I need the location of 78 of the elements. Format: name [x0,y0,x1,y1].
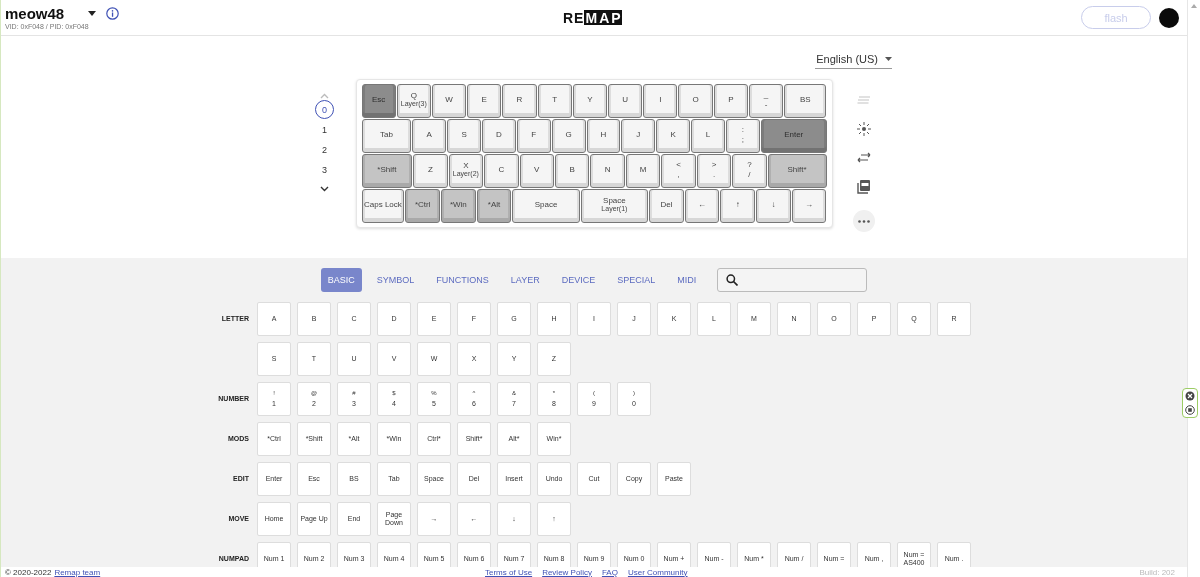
keyboard-key[interactable]: Tab [361,119,412,153]
keyboard-key[interactable]: _ - [748,84,784,118]
category-tab[interactable]: SYMBOL [369,268,422,292]
keyboard-key[interactable]: Enter [760,119,827,153]
category-tab[interactable]: LAYER [503,268,547,292]
copyright-text: © 2020-2022 [5,567,52,577]
keyboard-key[interactable]: K [656,119,691,153]
keyboard-key[interactable]: Shift* [767,154,827,188]
category-tab[interactable]: MIDI [670,268,704,292]
document-stack-icon[interactable] [857,180,870,194]
layer-item[interactable]: 3 [315,160,334,179]
avatar-icon[interactable] [1159,7,1179,28]
team-link[interactable]: Remap team [54,567,101,577]
keyboard-key[interactable]: *Alt [476,189,512,223]
keyboard-key[interactable]: Esc [361,84,396,118]
device-name: meow48 [5,5,66,22]
footer-link[interactable]: Review Policy [542,567,592,577]
swap-icon[interactable] [856,152,871,164]
close-icon[interactable] [1185,391,1195,401]
keyboard-key[interactable]: H [586,119,621,153]
keyboard-key[interactable]: L [691,119,725,153]
footer-link[interactable]: Terms of Use [485,567,533,577]
keyboard-key[interactable]: R [502,84,537,118]
keyboard-key[interactable]: D [482,119,516,153]
keyboard-key[interactable]: S [447,119,481,153]
layer-item[interactable]: 1 [315,120,334,139]
keyboard-key[interactable]: → [791,189,827,223]
keyboard-key[interactable]: W [431,84,467,118]
chevron-down-icon[interactable] [320,186,329,192]
keyboard-key[interactable]: B [555,154,590,188]
keyboard-key[interactable]: Del [649,189,684,223]
keyboard-key[interactable]: < , [661,154,696,188]
keyboard-key[interactable]: M [625,154,661,188]
keyboard-key[interactable]: ← [684,189,720,223]
more-button[interactable] [852,210,875,232]
keyboard-key[interactable]: Y [572,84,608,118]
category-tab[interactable]: SPECIAL [610,268,663,292]
logo: RE MAP [563,9,622,26]
keyboard-key[interactable]: I [643,84,678,118]
build-label: Build: 202 [1138,567,1176,577]
keyboard-key[interactable]: N [590,154,625,188]
info-icon[interactable] [106,7,119,20]
keyboard-key[interactable]: : ; [726,119,760,153]
search-icon [726,274,739,286]
keyboard-key[interactable]: *Ctrl [405,189,440,223]
more-icon [857,219,870,223]
caret-down-icon [885,57,892,61]
search-field[interactable] [717,268,868,292]
keyboard-key[interactable]: C [484,154,519,188]
keyboard-key[interactable]: V [519,154,554,188]
sparkle-icon[interactable] [856,122,871,136]
keyboard-key[interactable]: G [551,119,586,153]
keyboard-key[interactable]: F [516,119,551,153]
keyboard-key[interactable]: Caps Lock [361,189,405,223]
layer-item[interactable]: 2 [315,140,334,159]
keyboard-key[interactable]: BS [784,84,827,118]
square-icon[interactable] [1185,405,1195,415]
keyboard-key[interactable]: E [467,84,502,118]
keyboard-key[interactable]: P [713,84,748,118]
category-tab[interactable]: DEVICE [554,268,603,292]
footer-link[interactable]: User Community [627,567,688,577]
keyboard-key[interactable]: J [621,119,656,153]
keyboard-key[interactable]: Z [413,154,448,188]
footer-link[interactable]: FAQ [601,567,618,577]
keyboard-key[interactable]: ↓ [756,189,791,223]
keyboard-key[interactable]: A [412,119,447,153]
keyboard-key[interactable]: O [678,84,713,118]
keyboard-key[interactable]: U [608,84,643,118]
keyboard-key[interactable]: *Shift [361,154,413,188]
caret-down-icon[interactable] [88,11,96,16]
language-select[interactable]: English (US) [815,50,892,69]
category-tab[interactable]: FUNCTIONS [429,268,496,292]
keyboard-key[interactable]: ? / [732,154,767,188]
keyboard-key[interactable]: > . [696,154,732,188]
keyboard-key[interactable]: ↑ [720,189,756,223]
keyboard-key[interactable]: *Win [441,189,476,223]
keyboard-key[interactable]: T [537,84,572,118]
keyboard-key[interactable]: Space [512,189,580,223]
